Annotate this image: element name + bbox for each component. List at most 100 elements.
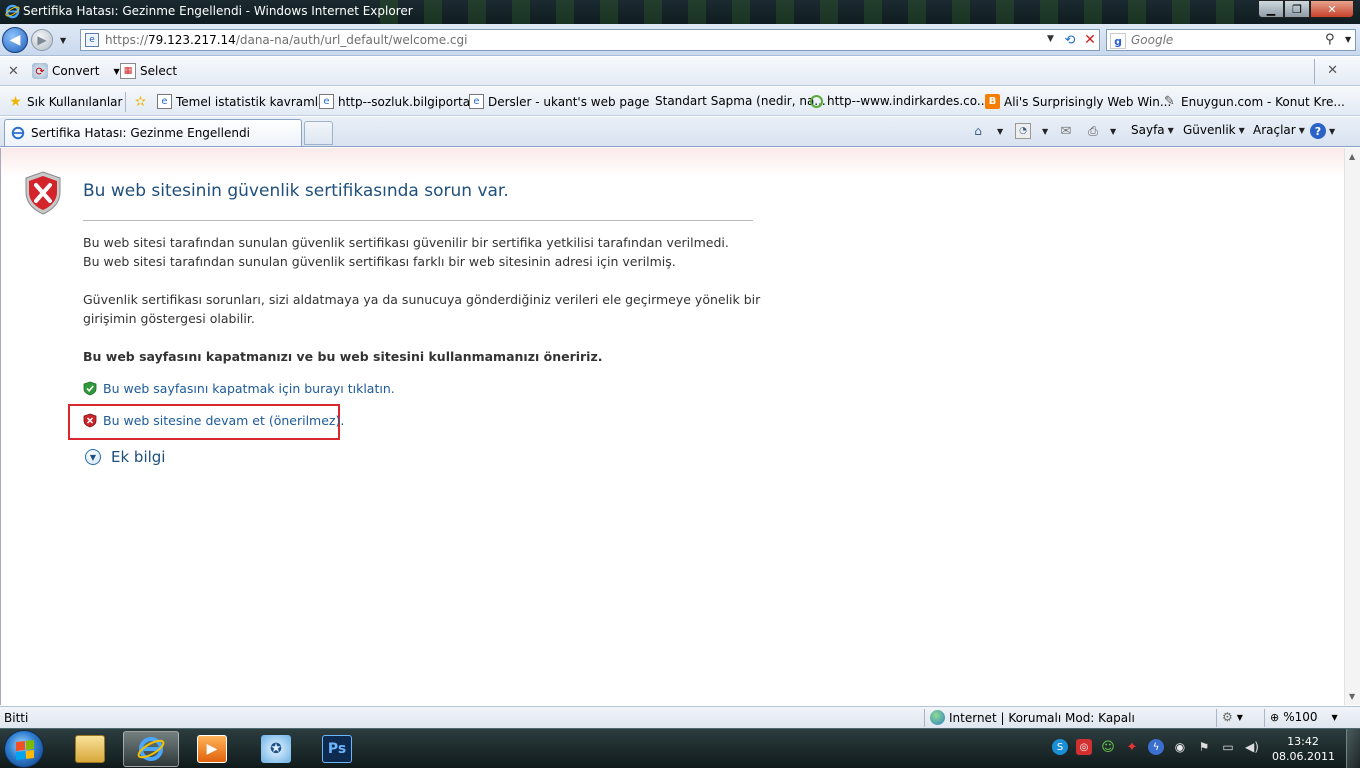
tools-dropdown-icon: ▼ (1298, 125, 1305, 135)
red-shield-error-icon (25, 171, 61, 215)
print-button[interactable]: ⎙ ▼ (1085, 123, 1116, 139)
recent-pages-dropdown[interactable]: ▼ (60, 36, 66, 45)
more-information-toggle[interactable]: ▼ Ek bilgi (85, 448, 165, 466)
volume-icon[interactable]: ◀) (1244, 739, 1260, 755)
new-tab-button[interactable] (304, 121, 333, 145)
taskbar-photoshop[interactable]: Ps (309, 731, 365, 767)
taskbar-network-app[interactable]: ✪ (248, 731, 304, 767)
tab-label: Sertifika Hatası: Gezinme Engellendi (31, 126, 250, 140)
show-desktop-button[interactable] (1346, 729, 1360, 768)
help-dropdown-icon[interactable]: ▼ (1329, 127, 1335, 136)
back-button[interactable]: ◀ (2, 27, 28, 53)
ie-logo-icon (5, 4, 20, 19)
taskbar-explorer[interactable] (62, 731, 118, 767)
add-favorite-icon: ✫ (134, 93, 147, 110)
error-title: Bu web sitesinin güvenlik sertifikasında… (83, 181, 509, 201)
rss-icon: ◔ (1015, 123, 1031, 139)
taskbar-clock[interactable]: 13:42 08.06.2011 (1272, 734, 1335, 764)
minimize-button[interactable]: ▁ (1258, 0, 1284, 18)
close-page-link[interactable]: Bu web sayfasını kapatmak için burayı tı… (83, 381, 395, 396)
favorite-item[interactable]: e Dersler - ukant's web page (469, 94, 649, 109)
favorite-label: Dersler - ukant's web page (488, 94, 650, 109)
protected-mode-button[interactable]: ⚙ ▼ (1222, 710, 1243, 724)
convert-label: Convert (52, 64, 100, 78)
refresh-icon[interactable]: ⟲ (1061, 31, 1079, 49)
page-icon: e (85, 33, 99, 47)
continue-to-site-link[interactable]: Bu web sitesine devam et (önerilmez). (83, 413, 344, 428)
favorite-item[interactable]: B Ali's Surprisingly Web Win... (985, 94, 1171, 109)
stop-icon[interactable]: ✕ (1081, 31, 1099, 49)
add-favorite-button[interactable]: ✫ (133, 93, 148, 110)
favorites-separator (125, 92, 126, 112)
network-status-icon[interactable]: ▭ (1220, 739, 1236, 755)
security-icon[interactable]: ◉ (1172, 739, 1188, 755)
error-line-4: girişimin göstergesi olabilir. (83, 311, 255, 326)
scroll-down-icon[interactable]: ▼ (1349, 692, 1355, 701)
feeds-dropdown-icon[interactable]: ▼ (1042, 127, 1048, 136)
search-box[interactable]: g ⚲ ▼ (1106, 29, 1356, 51)
convert-button[interactable]: ⟳ Convert ▼ (32, 63, 120, 79)
maximize-button[interactable]: ❐ (1284, 0, 1310, 18)
error-line-1: Bu web sitesi tarafından sunulan güvenli… (83, 235, 729, 250)
taskbar-media-player[interactable]: ▶ (184, 731, 240, 767)
favorites-button[interactable]: ★ Sık Kullanılanlar (8, 94, 122, 110)
vertical-scrollbar[interactable]: ▲ ▼ (1344, 148, 1360, 705)
print-dropdown-icon[interactable]: ▼ (1110, 127, 1116, 136)
convert-dropdown-icon[interactable]: ▼ (113, 67, 119, 76)
skype-icon[interactable]: S (1052, 739, 1068, 755)
address-bar[interactable]: e https://79.123.217.14/dana-na/auth/url… (80, 29, 1100, 51)
title-divider (83, 220, 753, 221)
close-window-button[interactable]: ✕ (1310, 0, 1354, 18)
update-icon[interactable]: ✦ (1124, 739, 1140, 755)
action-center-flag-icon[interactable]: ⚑ (1196, 739, 1212, 755)
feeds-button[interactable]: ◔ ▼ (1015, 123, 1048, 139)
security-zone[interactable]: Internet | Korumalı Mod: Kapalı (930, 710, 1135, 725)
address-row: ◀ ▶ ▼ e https://79.123.217.14/dana-na/au… (0, 24, 1360, 56)
green-circle-icon (810, 94, 823, 108)
safety-menu[interactable]: Güvenlik ▼ (1183, 123, 1245, 137)
favorite-item[interactable]: ✎ Enuygun.com - Konut Kre... (1162, 94, 1345, 109)
print-icon: ⎙ (1088, 123, 1098, 138)
power-icon[interactable]: ϟ (1148, 739, 1164, 755)
forward-arrow-icon: ▶ (37, 33, 47, 47)
favorite-label: Enuygun.com - Konut Kre... (1181, 94, 1345, 109)
tools-menu[interactable]: Araçlar ▼ (1253, 123, 1305, 137)
url-text[interactable]: https://79.123.217.14/dana-na/auth/url_d… (105, 33, 467, 47)
favorite-item[interactable]: e http--sozluk.bilgiportal (319, 94, 473, 109)
forward-button[interactable]: ▶ (31, 29, 53, 51)
tab-certificate-error[interactable]: Sertifika Hatası: Gezinme Engellendi (4, 119, 302, 146)
close-page-link-text[interactable]: Bu web sayfasını kapatmak için burayı tı… (103, 381, 395, 396)
search-icon[interactable]: ⚲ (1325, 32, 1335, 47)
select-button[interactable]: ▦ Select (120, 63, 177, 79)
recommendation-text: Bu web sayfasını kapatmanızı ve bu web s… (83, 349, 603, 364)
help-button[interactable]: ? ▼ (1310, 123, 1335, 139)
home-button[interactable]: ⌂ ▼ (970, 123, 1003, 139)
taskbar-internet-explorer[interactable] (123, 731, 179, 767)
page-menu[interactable]: Sayfa ▼ (1131, 123, 1174, 137)
favorite-item[interactable]: http--www.indirkardes.co... (810, 94, 988, 108)
antivirus-icon[interactable]: ◎ (1076, 739, 1092, 755)
favorite-item[interactable]: Standart Sapma (nedir, na... (655, 94, 826, 108)
search-input[interactable] (1131, 32, 1321, 48)
status-separator (1216, 709, 1217, 727)
window-controls: ▁ ❐ ✕ (1258, 0, 1354, 18)
window-title-bar: Sertifika Hatası: Gezinme Engellendi - W… (0, 0, 1360, 24)
pushpin-icon: ✎ (1164, 94, 1175, 109)
continue-link-text[interactable]: Bu web sitesine devam et (önerilmez). (103, 413, 344, 428)
messenger-icon[interactable]: ☺ (1100, 739, 1116, 755)
home-dropdown-icon[interactable]: ▼ (997, 127, 1003, 136)
read-mail-button[interactable]: ✉ (1058, 123, 1074, 139)
address-dropdown-icon[interactable]: ▼ (1047, 34, 1054, 44)
back-arrow-icon: ◀ (9, 32, 21, 48)
close-convert-toolbar-icon[interactable]: ✕ (1327, 63, 1338, 78)
zoom-control[interactable]: ⊕ %100 ▼ (1270, 710, 1338, 724)
google-icon: g (1110, 33, 1126, 49)
start-button[interactable] (4, 730, 44, 768)
scroll-up-icon[interactable]: ▲ (1349, 152, 1355, 161)
favorite-item[interactable]: e Temel istatistik kavramlar (157, 94, 330, 109)
protected-mode-dropdown-icon: ▼ (1236, 712, 1243, 722)
close-toolbar-icon[interactable]: ✕ (8, 64, 19, 79)
search-options-dropdown[interactable]: ▼ (1345, 35, 1351, 44)
tools-menu-label: Araçlar (1253, 123, 1296, 137)
convert-icon: ⟳ (32, 63, 48, 79)
